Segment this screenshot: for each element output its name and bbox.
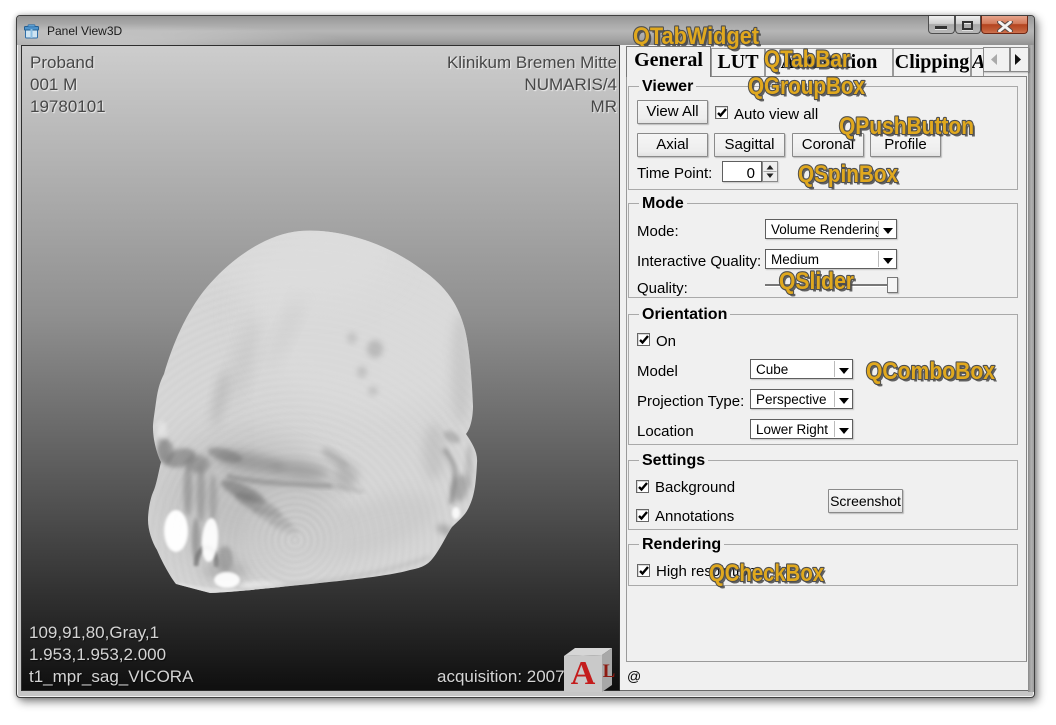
svg-text:A: A bbox=[571, 655, 596, 692]
svg-text:L: L bbox=[603, 661, 616, 682]
